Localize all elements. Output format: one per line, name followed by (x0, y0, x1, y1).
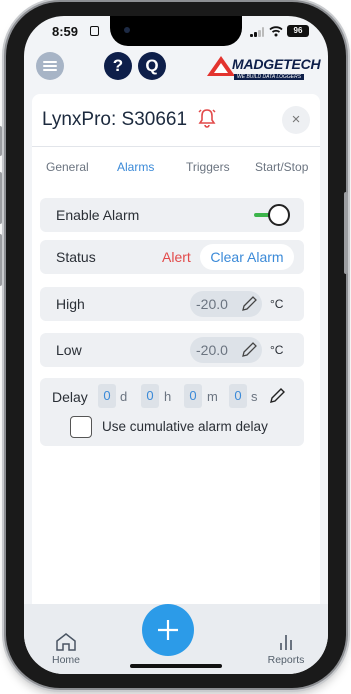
camera (124, 27, 130, 33)
low-threshold-row: Low -20.0 °C (40, 333, 304, 367)
clock: 8:59 (52, 24, 79, 39)
status-value: Alert (162, 249, 191, 265)
high-unit: °C (270, 297, 284, 311)
high-threshold-row: High -20.0 °C (40, 287, 304, 321)
plus-icon (158, 620, 178, 640)
side-button (0, 126, 2, 156)
clear-alarm-button[interactable]: Clear Alarm (200, 244, 294, 270)
tab-start-stop[interactable]: Start/Stop (255, 160, 308, 174)
battery-icon: 96 (287, 25, 309, 37)
home-indicator (130, 664, 222, 668)
delay-hours-input[interactable]: 0 (141, 384, 159, 408)
phone-frame: 8:59 96 ? Q MADGETECH WE BUILD DATA LOGG… (0, 2, 348, 688)
delay-minutes-unit: m (207, 389, 218, 404)
divider (32, 146, 320, 147)
delay-days-input[interactable]: 0 (98, 384, 116, 408)
close-button[interactable]: × (282, 106, 310, 134)
low-value: -20.0 (196, 342, 228, 358)
device-settings-panel: LynxPro: S30661 × General Alarms Trigger… (32, 94, 320, 604)
enable-alarm-toggle[interactable] (254, 204, 290, 226)
alarm-bell-icon (198, 109, 216, 128)
nav-reports[interactable]: Reports (256, 632, 316, 666)
enable-alarm-row: Enable Alarm (40, 198, 304, 232)
notification-icon (90, 26, 99, 36)
app-header: ? Q MADGETECH WE BUILD DATA LOGGERS (24, 48, 328, 88)
status-label: Status (56, 249, 96, 265)
volume-up-button (0, 172, 2, 224)
home-icon (56, 633, 76, 651)
pencil-icon[interactable] (240, 295, 258, 313)
signal-icon (250, 27, 264, 37)
help-button[interactable]: ? (104, 52, 132, 80)
tab-alarms[interactable]: Alarms (117, 160, 154, 174)
delay-seconds-unit: s (251, 389, 258, 404)
volume-down-button (0, 234, 2, 286)
delay-minutes-input[interactable]: 0 (184, 384, 202, 408)
toggle-knob (268, 204, 290, 226)
cumulative-delay-checkbox[interactable] (70, 416, 92, 438)
tab-triggers[interactable]: Triggers (186, 160, 230, 174)
delay-days-unit: d (120, 389, 128, 404)
logo-text: MADGETECH (232, 56, 321, 72)
power-button (344, 192, 348, 274)
madgetech-logo: MADGETECH WE BUILD DATA LOGGERS (206, 54, 321, 84)
delay-label: Delay (52, 389, 88, 405)
low-label: Low (56, 342, 82, 358)
wifi-icon (269, 26, 283, 37)
menu-button[interactable] (36, 52, 64, 80)
phone-screen: 8:59 96 ? Q MADGETECH WE BUILD DATA LOGG… (24, 16, 328, 674)
settings-tabs: General Alarms Triggers Start/Stop (32, 160, 320, 180)
low-unit: °C (270, 343, 284, 357)
pencil-icon[interactable] (240, 341, 258, 359)
low-value-field[interactable]: -20.0 (190, 337, 262, 363)
add-button[interactable] (142, 604, 194, 656)
reports-icon (280, 635, 292, 650)
pencil-icon[interactable] (268, 387, 286, 405)
page-title: LynxPro: S30661 (42, 109, 188, 130)
nav-reports-label: Reports (267, 654, 305, 666)
high-label: High (56, 296, 85, 312)
menu-icon (43, 61, 57, 63)
high-value-field[interactable]: -20.0 (190, 291, 262, 317)
q-button[interactable]: Q (138, 52, 166, 80)
status-row: Status Alert Clear Alarm (40, 240, 304, 274)
enable-alarm-label: Enable Alarm (56, 207, 140, 223)
cumulative-delay-label: Use cumulative alarm delay (102, 419, 268, 434)
delay-seconds-input[interactable]: 0 (229, 384, 247, 408)
high-value: -20.0 (196, 296, 228, 312)
delay-card: Delay 0 d 0 h 0 m 0 s Use cumulative ala… (40, 378, 304, 446)
delay-hours-unit: h (164, 389, 172, 404)
logo-tagline: WE BUILD DATA LOGGERS (234, 74, 305, 80)
tab-general[interactable]: General (46, 160, 89, 174)
notch (110, 16, 242, 46)
nav-home[interactable]: Home (36, 632, 96, 666)
nav-home-label: Home (51, 654, 80, 666)
